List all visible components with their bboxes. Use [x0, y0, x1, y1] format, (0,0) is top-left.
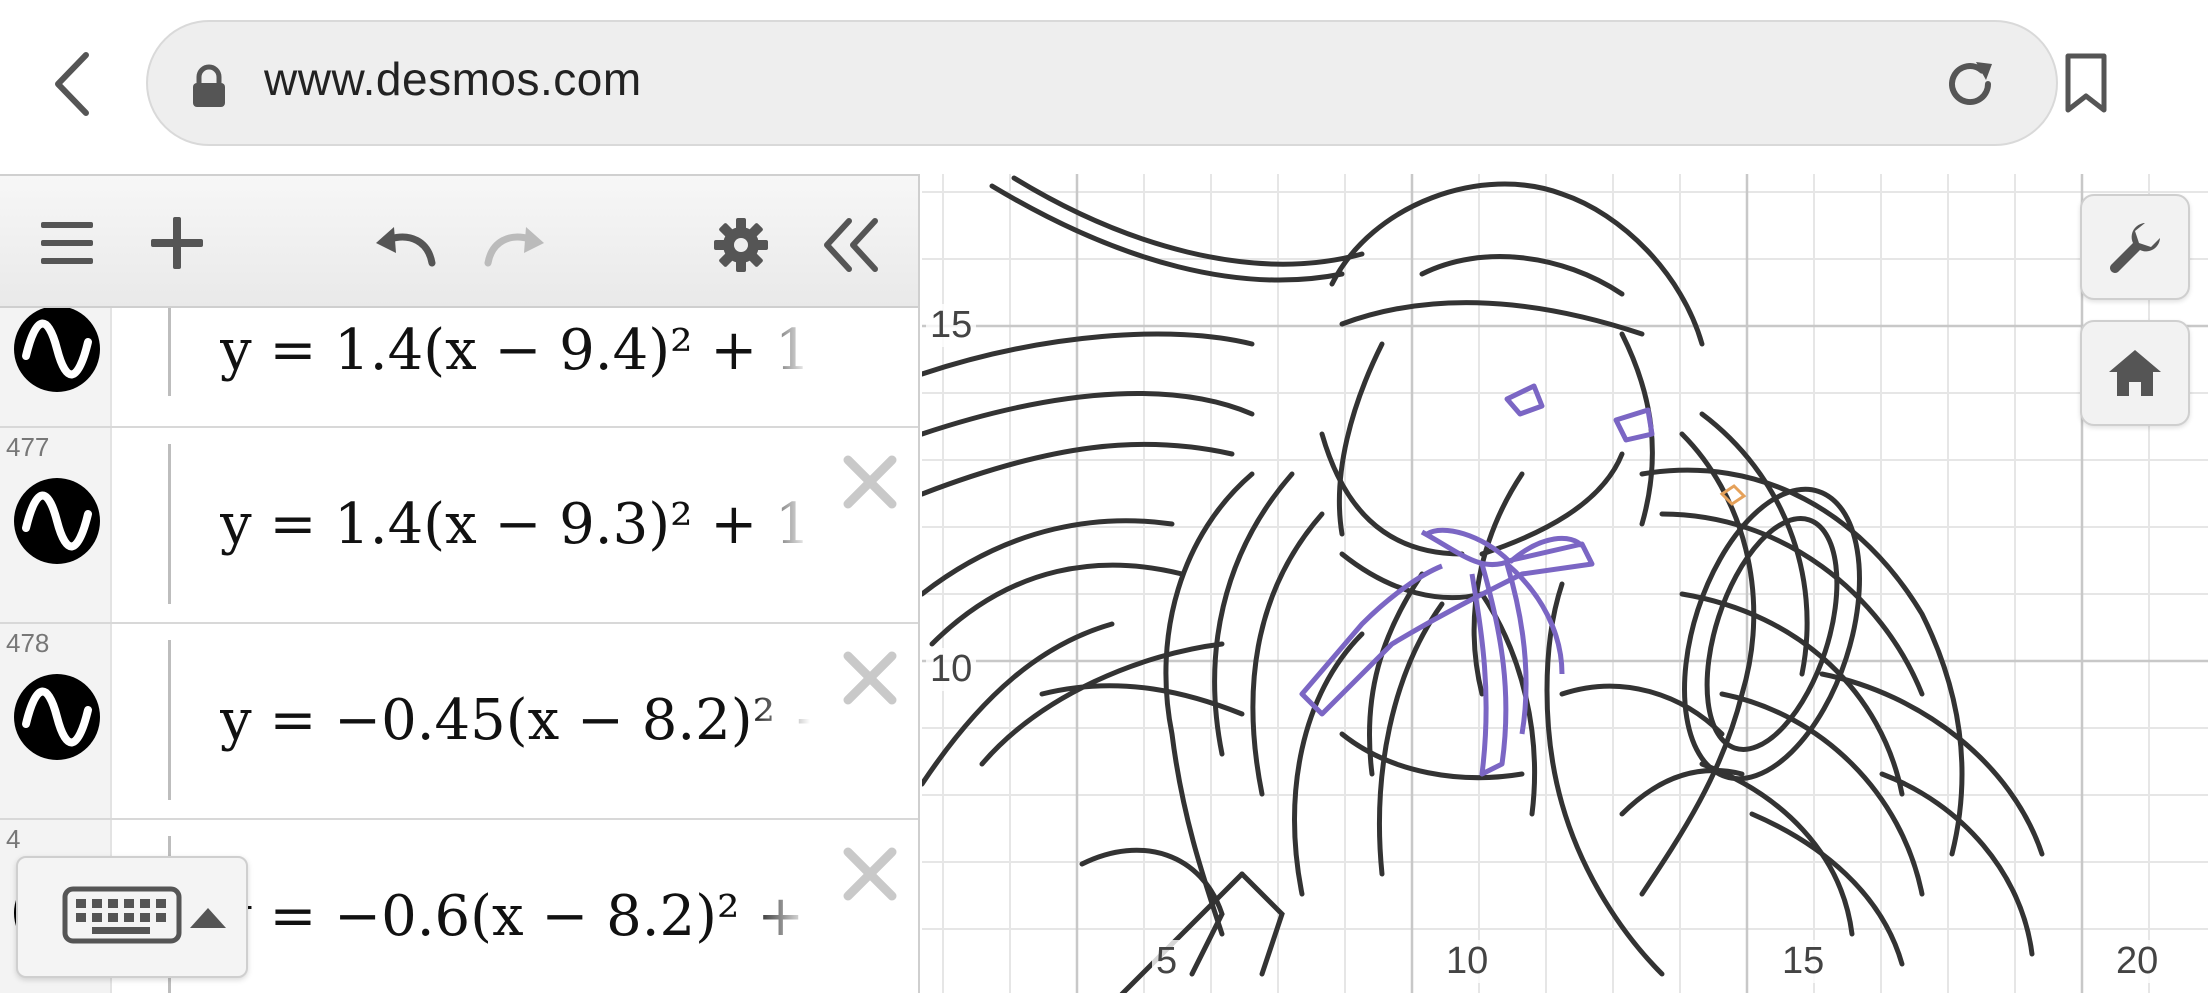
expression-toolbar — [0, 174, 918, 308]
x-tick-label: 5 — [1152, 940, 1182, 983]
expression-item[interactable]: 477 y = 1.4(x − 9.3)² + 13 — [0, 428, 918, 624]
default-view-button[interactable] — [2080, 320, 2190, 426]
undo-button[interactable] — [370, 216, 440, 272]
lock-icon — [193, 64, 225, 107]
wave-toggle-icon[interactable] — [12, 304, 102, 394]
wave-toggle-icon[interactable] — [12, 476, 102, 566]
undo-icon — [376, 227, 436, 267]
keyboard-toggle-button[interactable] — [16, 856, 248, 978]
hamburger-icon — [41, 222, 93, 264]
expression-number: 4 — [6, 824, 21, 854]
collapse-panel-button[interactable] — [820, 216, 882, 274]
close-icon[interactable] — [840, 648, 900, 708]
x-tick-label: 20 — [2112, 940, 2163, 983]
expression-formula[interactable]: y = −0.6(x − 8.2)² + 1 — [220, 884, 810, 949]
settings-button[interactable] — [712, 216, 770, 274]
home-icon — [2109, 350, 2161, 396]
caret-up-icon — [190, 908, 226, 928]
expression-gutter: 477 — [0, 428, 112, 622]
redo-icon — [484, 227, 544, 267]
reload-icon[interactable] — [1940, 54, 2000, 114]
x-tick-label: 15 — [1778, 940, 1829, 983]
plotted-curves — [922, 175, 2045, 993]
graph-drawing[interactable] — [922, 174, 2208, 993]
close-icon[interactable] — [840, 844, 900, 904]
browser-bar: www.desmos.com — [0, 0, 2208, 174]
expression-cursor — [168, 444, 171, 604]
url-text[interactable]: www.desmos.com — [264, 52, 642, 106]
x-tick-label: 10 — [1442, 940, 1493, 983]
add-item-button[interactable] — [148, 214, 206, 272]
y-tick-label: 15 — [926, 304, 977, 347]
close-icon[interactable] — [840, 452, 900, 512]
expression-formula[interactable]: y = 1.4(x − 9.4)² + 13 — [220, 318, 810, 383]
expression-cursor — [168, 640, 171, 800]
menu-button[interactable] — [38, 214, 96, 272]
double-chevron-left-icon — [824, 218, 878, 272]
y-tick-label: 10 — [926, 648, 977, 691]
expression-number: 477 — [6, 432, 50, 462]
expression-item[interactable]: 478 y = −0.45(x − 8.2)² + — [0, 624, 918, 820]
expression-number: 478 — [6, 628, 50, 658]
expression-gutter: 478 — [0, 624, 112, 818]
keyboard-icon — [62, 886, 182, 944]
wrench-icon — [2110, 223, 2160, 273]
graph-canvas[interactable]: 5 10 15 20 15 10 — [922, 174, 2208, 993]
wave-toggle-icon[interactable] — [12, 672, 102, 762]
plus-icon — [151, 217, 203, 269]
redo-button[interactable] — [480, 216, 550, 272]
bookmark-icon[interactable] — [2062, 52, 2110, 114]
gear-icon — [714, 218, 768, 272]
chevron-left-icon — [55, 52, 89, 116]
graph-settings-button[interactable] — [2080, 194, 2190, 300]
expression-formula[interactable]: y = −0.45(x − 8.2)² + — [220, 688, 810, 753]
expression-formula[interactable]: y = 1.4(x − 9.3)² + 13 — [220, 492, 810, 557]
back-button[interactable] — [44, 44, 100, 124]
